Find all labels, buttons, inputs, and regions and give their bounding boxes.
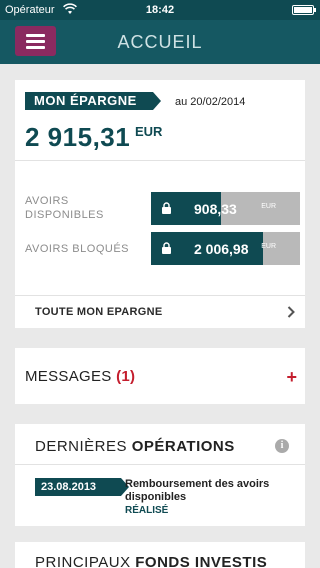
- all-savings-label: TOUTE MON EPARGNE: [35, 306, 163, 318]
- lock-icon: [162, 202, 171, 214]
- funds-title-bold: FONDS INVESTIS: [135, 554, 268, 568]
- available-currency: EUR: [261, 203, 276, 210]
- messages-count: (1): [116, 368, 136, 385]
- page-title: ACCUEIL: [117, 32, 203, 52]
- funds-card: PRINCIPAUX FONDS INVESTIS: [15, 542, 305, 568]
- available-bar: 908,33 EUR: [151, 192, 300, 225]
- savings-tag: MON ÉPARGNE: [25, 92, 161, 110]
- divider: [15, 160, 305, 161]
- messages-text: MESSAGES: [25, 368, 112, 385]
- lock-icon: [162, 242, 171, 254]
- status-bar: Opérateur 18:42: [0, 0, 320, 20]
- operations-card: DERNIÈRES OPÉRATIONS i 23.08.2013 Rembou…: [15, 424, 305, 526]
- battery-icon: [292, 5, 316, 15]
- chevron-right-icon: [287, 306, 295, 318]
- blocked-label: AVOIRS BLOQUÉS: [25, 243, 129, 255]
- plus-icon[interactable]: +: [286, 368, 297, 386]
- funds-title: PRINCIPAUX FONDS INVESTIS: [35, 554, 267, 568]
- blocked-value: 2 006,98: [194, 241, 249, 257]
- available-value: 908,33: [194, 201, 237, 217]
- operations-title-bold: OPÉRATIONS: [131, 438, 235, 455]
- operations-title: DERNIÈRES OPÉRATIONS: [35, 438, 235, 455]
- status-time: 18:42: [145, 4, 175, 16]
- operation-status: RÉALISÉ: [125, 505, 169, 516]
- divider: [15, 464, 305, 465]
- nav-bar: ACCUEIL: [0, 20, 320, 64]
- available-label: AVOIRS DISPONIBLES: [25, 194, 104, 222]
- all-savings-link[interactable]: TOUTE MON EPARGNE: [15, 296, 305, 328]
- info-icon[interactable]: i: [275, 439, 289, 453]
- messages-row[interactable]: MESSAGES (1) +: [15, 348, 305, 404]
- blocked-currency: EUR: [261, 243, 276, 250]
- operations-title-regular: DERNIÈRES: [35, 438, 128, 455]
- messages-label: MESSAGES (1): [25, 368, 135, 385]
- savings-amount: 2 915,31: [25, 122, 131, 152]
- savings-currency: EUR: [135, 124, 163, 139]
- funds-title-regular: PRINCIPAUX: [35, 554, 131, 568]
- blocked-bar: 2 006,98 EUR: [151, 232, 300, 265]
- operation-date-tag: 23.08.2013: [35, 478, 129, 496]
- savings-date: au 20/02/2014: [175, 96, 246, 108]
- available-label-line1: AVOIRS: [25, 195, 69, 207]
- savings-card: MON ÉPARGNE au 20/02/2014 2 915,31 EUR A…: [15, 80, 305, 328]
- available-label-line2: DISPONIBLES: [25, 209, 104, 221]
- operation-label[interactable]: Remboursement des avoirs disponibles: [125, 478, 295, 504]
